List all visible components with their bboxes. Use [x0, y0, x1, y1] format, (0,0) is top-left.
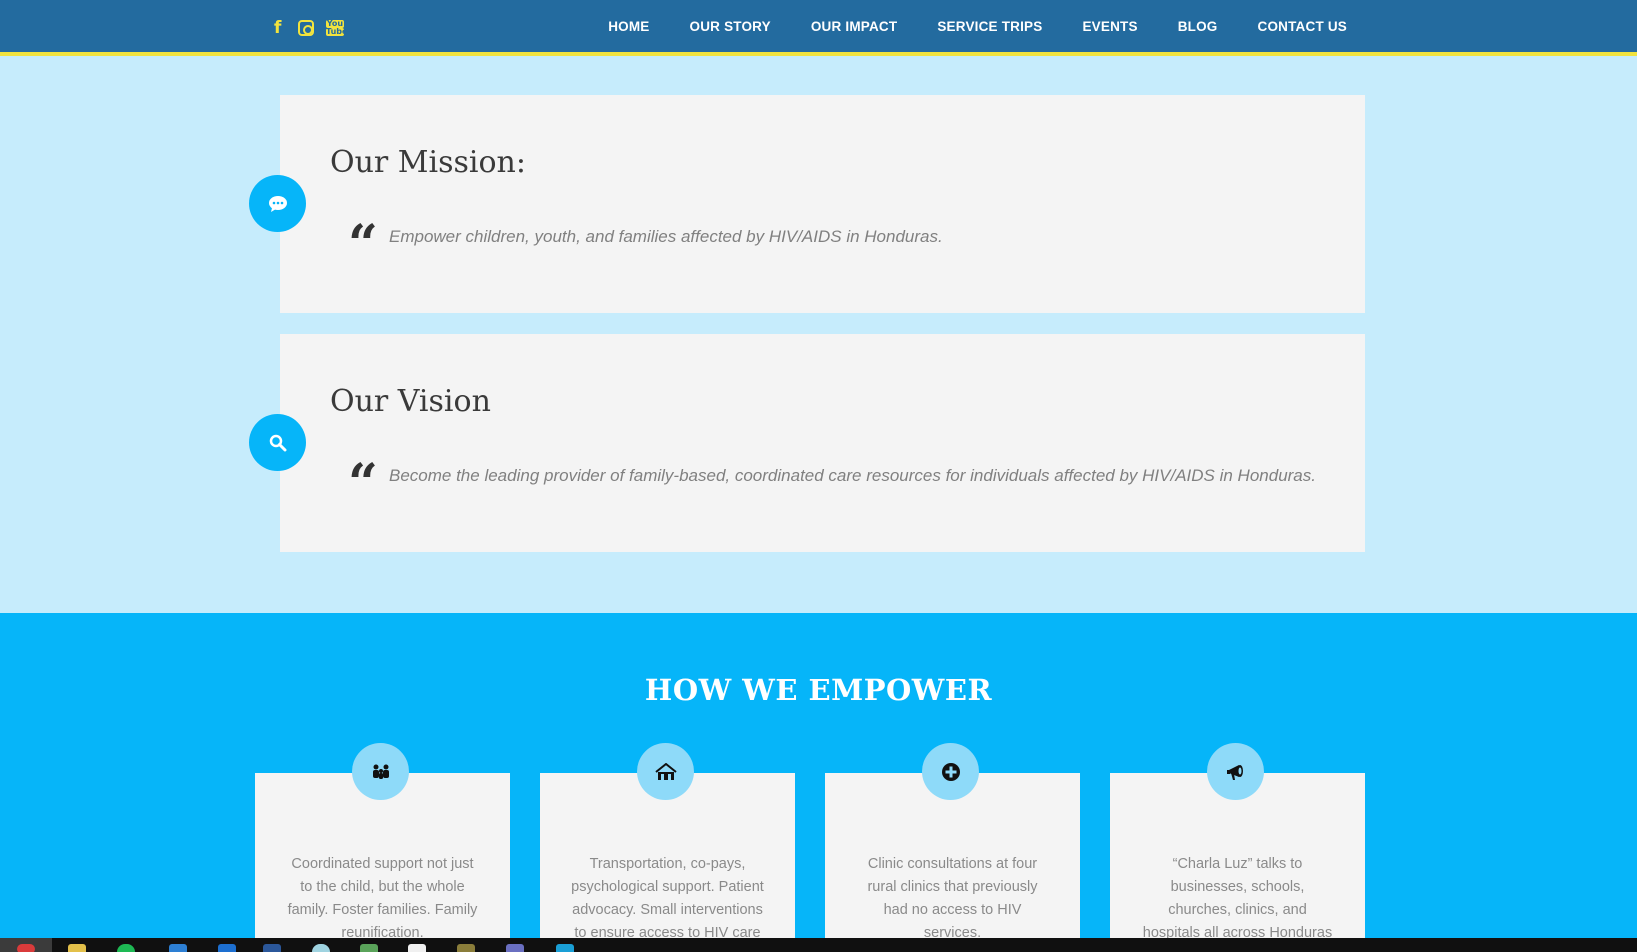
main-nav: HOME OUR STORY OUR IMPACT SERVICE TRIPS … — [608, 19, 1347, 34]
houses-icon — [637, 743, 694, 800]
nav-events[interactable]: EVENTS — [1082, 19, 1137, 34]
app-icon[interactable] — [360, 944, 378, 952]
app-icon[interactable] — [117, 944, 135, 952]
youtube-icon[interactable]: You Tube — [326, 20, 347, 36]
how-we-empower-section: HOW WE EMPOWER Coordinated support not j… — [0, 613, 1637, 952]
quote-icon: “ — [348, 453, 378, 514]
megaphone-icon — [1207, 743, 1264, 800]
nav-home[interactable]: HOME — [608, 19, 649, 34]
app-icon[interactable] — [506, 944, 524, 952]
app-icon[interactable] — [17, 944, 35, 952]
app-icon[interactable] — [556, 944, 574, 952]
start-area[interactable] — [0, 938, 52, 952]
nav-contact-us[interactable]: CONTACT US — [1258, 19, 1348, 34]
site-header: f You Tube HOME OUR STORY OUR IMPACT SERV… — [0, 0, 1637, 56]
empower-card-text: Coordinated support not just to the chil… — [287, 856, 478, 941]
quote-icon: “ — [348, 214, 378, 275]
nav-our-impact[interactable]: OUR IMPACT — [811, 19, 898, 34]
app-icon[interactable] — [457, 944, 475, 952]
nav-blog[interactable]: BLOG — [1178, 19, 1218, 34]
search-icon — [249, 414, 306, 471]
speech-bubble-icon — [249, 175, 306, 232]
mission-title: Our Mission: — [330, 145, 526, 180]
os-taskbar — [0, 938, 1637, 952]
app-icon[interactable] — [218, 944, 236, 952]
instagram-icon[interactable] — [298, 20, 314, 36]
empower-card-text: Clinic consultations at four rural clini… — [867, 856, 1038, 941]
app-icon[interactable] — [263, 944, 281, 952]
vision-card: Our Vision “ Become the leading provider… — [280, 334, 1365, 552]
medical-plus-icon — [922, 743, 979, 800]
vision-title: Our Vision — [330, 384, 491, 419]
app-icon[interactable] — [408, 944, 426, 952]
mission-card: Our Mission: “ Empower children, youth, … — [280, 95, 1365, 313]
family-icon — [352, 743, 409, 800]
vision-quote: Become the leading provider of family-ba… — [389, 466, 1316, 485]
section-title: HOW WE EMPOWER — [644, 673, 993, 707]
facebook-icon[interactable]: f — [274, 18, 286, 38]
nav-our-story[interactable]: OUR STORY — [690, 19, 771, 34]
app-icon[interactable] — [169, 944, 187, 952]
mission-quote: Empower children, youth, and families af… — [389, 227, 943, 246]
social-links: f You Tube — [274, 18, 347, 38]
app-icon[interactable] — [312, 944, 330, 952]
nav-service-trips[interactable]: SERVICE TRIPS — [937, 19, 1042, 34]
folder-icon[interactable] — [68, 944, 86, 952]
